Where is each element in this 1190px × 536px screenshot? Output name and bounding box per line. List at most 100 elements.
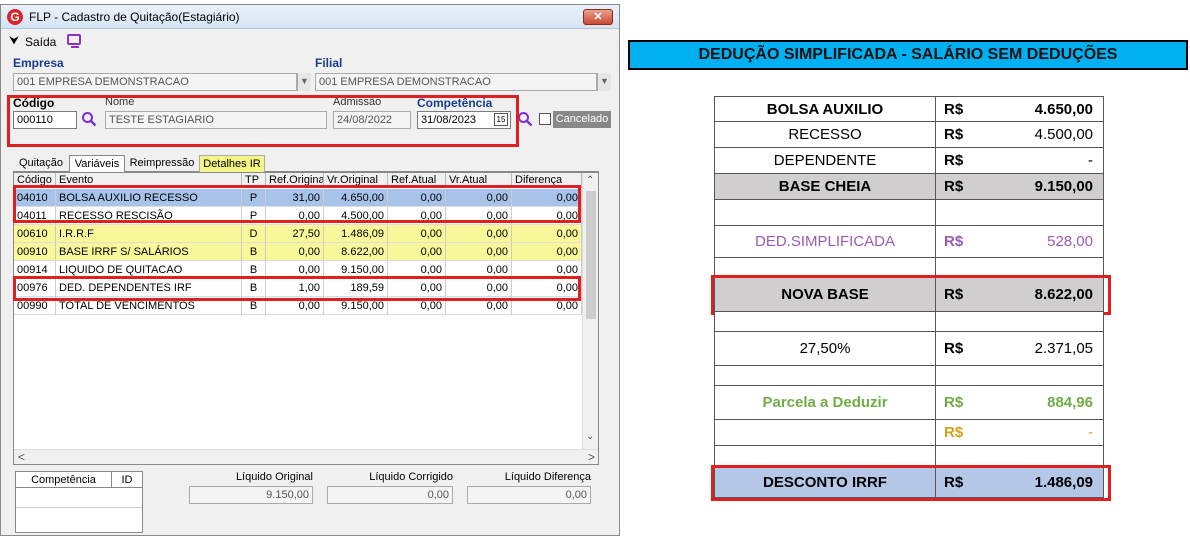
sheet-row-value: -: [1088, 424, 1093, 441]
chevron-left-icon[interactable]: <: [18, 450, 25, 464]
cell-ref-atual: 0,00: [388, 243, 446, 261]
cell-ref-atual: 0,00: [388, 225, 446, 243]
cell-diferenca: 0,00: [512, 225, 582, 243]
competencia-list[interactable]: Competência ID: [15, 471, 143, 533]
sheet-row-currency: R$: [944, 152, 964, 169]
toolbar: ⮟ Saída: [1, 30, 619, 52]
sheet-row: BOLSA AUXILIO R$ 4.650,00: [714, 96, 1104, 122]
sheet-row: R$ -: [714, 420, 1104, 446]
sheet-row: DESCONTO IRRF R$ 1.486,09: [714, 468, 1104, 498]
cell-vr-original: 1.486,09: [324, 225, 388, 243]
sheet-row-label: [715, 446, 936, 467]
close-button[interactable]: ✕: [583, 9, 613, 25]
horizontal-scrollbar[interactable]: < >: [14, 449, 598, 464]
sheet-row-currency: R$: [944, 101, 964, 118]
tab-detalhes-ir[interactable]: Detalhes IR: [199, 155, 265, 172]
title-bar[interactable]: G FLP - Cadastro de Quitação(Estagiário)…: [1, 5, 619, 29]
liquido-diferenca-label: Líquido Diferença: [504, 471, 591, 483]
sheet-row-label: BASE CHEIA: [715, 174, 936, 199]
sheet-row-currency: R$: [944, 474, 964, 491]
sheet-row: NOVA BASE R$ 8.622,00: [714, 278, 1104, 312]
vertical-scrollbar[interactable]: ⌃ ⌄: [582, 173, 598, 449]
sheet-row-label: [715, 366, 936, 385]
sheet-row-label: DESCONTO IRRF: [715, 468, 936, 497]
col-header-competencia[interactable]: Competência: [16, 472, 112, 488]
chevron-down-icon[interactable]: ▼: [597, 73, 611, 91]
sheet-row-label: [715, 420, 936, 445]
table-row[interactable]: 00910 BASE IRRF S/ SALÁRIOS B 0,00 8.622,00 0…: [14, 243, 582, 261]
highlight-box: [13, 185, 581, 223]
sheet-row-label: [715, 258, 936, 277]
sheet-row-value: -: [1088, 152, 1093, 169]
sheet-row-label: [715, 200, 936, 225]
filial-select[interactable]: 001 EMPRESA DEMONSTRACAO: [315, 73, 597, 91]
sheet-row-label: DEPENDENTE: [715, 148, 936, 173]
app-logo-icon: G: [7, 9, 23, 25]
filial-label: Filial: [315, 56, 343, 70]
sheet-row-currency: R$: [944, 424, 964, 441]
sheet-row-value: 2.371,05: [1034, 340, 1093, 357]
sheet-row: DED.SIMPLIFICADA R$ 528,00: [714, 226, 1104, 258]
empresa-label: Empresa: [13, 56, 64, 70]
chevron-up-icon[interactable]: ⌃: [586, 175, 594, 186]
sheet-row-value: 8.622,00: [1034, 286, 1093, 303]
sheet-row-currency: R$: [944, 233, 964, 250]
sheet-row-value: 1.486,09: [1034, 474, 1093, 491]
sheet-row-value: 9.150,00: [1034, 178, 1093, 195]
sheet-row-currency: R$: [944, 286, 964, 303]
liquido-corrigido-label: Líquido Corrigido: [369, 471, 453, 483]
tab-quitacao[interactable]: Quitação: [15, 155, 67, 172]
cell-evento: I.R.R.F: [56, 225, 242, 243]
sheet-row-currency: R$: [944, 394, 964, 411]
chevron-right-icon[interactable]: >: [588, 450, 595, 464]
cell-tp: D: [242, 225, 266, 243]
monitor-stand-icon: [71, 46, 79, 48]
scrollbar-thumb[interactable]: [586, 191, 596, 319]
cell-vr-atual: 0,00: [446, 225, 512, 243]
cell-codigo: 00610: [14, 225, 56, 243]
sheet-row-label: Parcela a Deduzir: [715, 386, 936, 419]
cancelado-checkbox[interactable]: [539, 113, 551, 125]
arrow-down-icon[interactable]: ⮟: [9, 34, 19, 46]
sheet-row-value: 528,00: [1047, 233, 1093, 250]
exit-button[interactable]: Saída: [25, 35, 56, 49]
liquido-corrigido-field: 0,00: [327, 486, 453, 504]
cell-diferenca: 0,00: [512, 243, 582, 261]
tab-reimpressao[interactable]: Reimpressão: [127, 155, 197, 172]
sheet-row: RECESSO R$ 4.500,00: [714, 122, 1104, 148]
chevron-down-icon[interactable]: ⌄: [586, 431, 594, 442]
cell-vr-original: 8.622,00: [324, 243, 388, 261]
monitor-icon[interactable]: [67, 34, 81, 45]
sheet-row-currency: R$: [944, 340, 964, 357]
sheet-row-label: NOVA BASE: [715, 278, 936, 311]
chevron-down-icon[interactable]: ▼: [297, 73, 311, 91]
sheet-row-label: RECESSO: [715, 122, 936, 147]
highlight-box: [13, 276, 581, 301]
sheet-row: [714, 200, 1104, 226]
empresa-select[interactable]: 001 EMPRESA DEMONSTRACAO: [13, 73, 297, 91]
cell-vr-atual: 0,00: [446, 243, 512, 261]
sheet-row-value: 4.500,00: [1034, 126, 1093, 143]
sheet-row-value: 884,96: [1047, 394, 1093, 411]
col-header-id[interactable]: ID: [112, 472, 142, 488]
sheet-row-label: DED.SIMPLIFICADA: [715, 226, 936, 257]
liquido-original-field: 9.150,00: [189, 486, 313, 504]
highlight-box: [7, 95, 519, 147]
search-icon[interactable]: [517, 111, 533, 127]
list-row: [16, 488, 142, 508]
sheet-row: [714, 258, 1104, 278]
sheet-row: [714, 366, 1104, 386]
sheet-row-value: 4.650,00: [1034, 101, 1093, 118]
table-row[interactable]: 00610 I.R.R.F D 27,50 1.486,09 0,00 0,00 0,00: [14, 225, 582, 243]
sheet-row-label: BOLSA AUXILIO: [715, 97, 936, 121]
sheet-row-label: 27,50%: [715, 332, 936, 365]
sheet-row-currency: R$: [944, 178, 964, 195]
sheet-row: BASE CHEIA R$ 9.150,00: [714, 174, 1104, 200]
sheet-row: DEPENDENTE R$ -: [714, 148, 1104, 174]
cancelado-label: Cancelado: [553, 111, 611, 128]
sheet-banner: DEDUÇÃO SIMPLIFICADA - SALÁRIO SEM DEDUÇ…: [628, 40, 1188, 70]
sheet-row: [714, 312, 1104, 332]
tab-variaveis[interactable]: Variáveis: [69, 155, 125, 173]
cell-evento: BASE IRRF S/ SALÁRIOS: [56, 243, 242, 261]
liquido-diferenca-field: 0,00: [467, 486, 591, 504]
